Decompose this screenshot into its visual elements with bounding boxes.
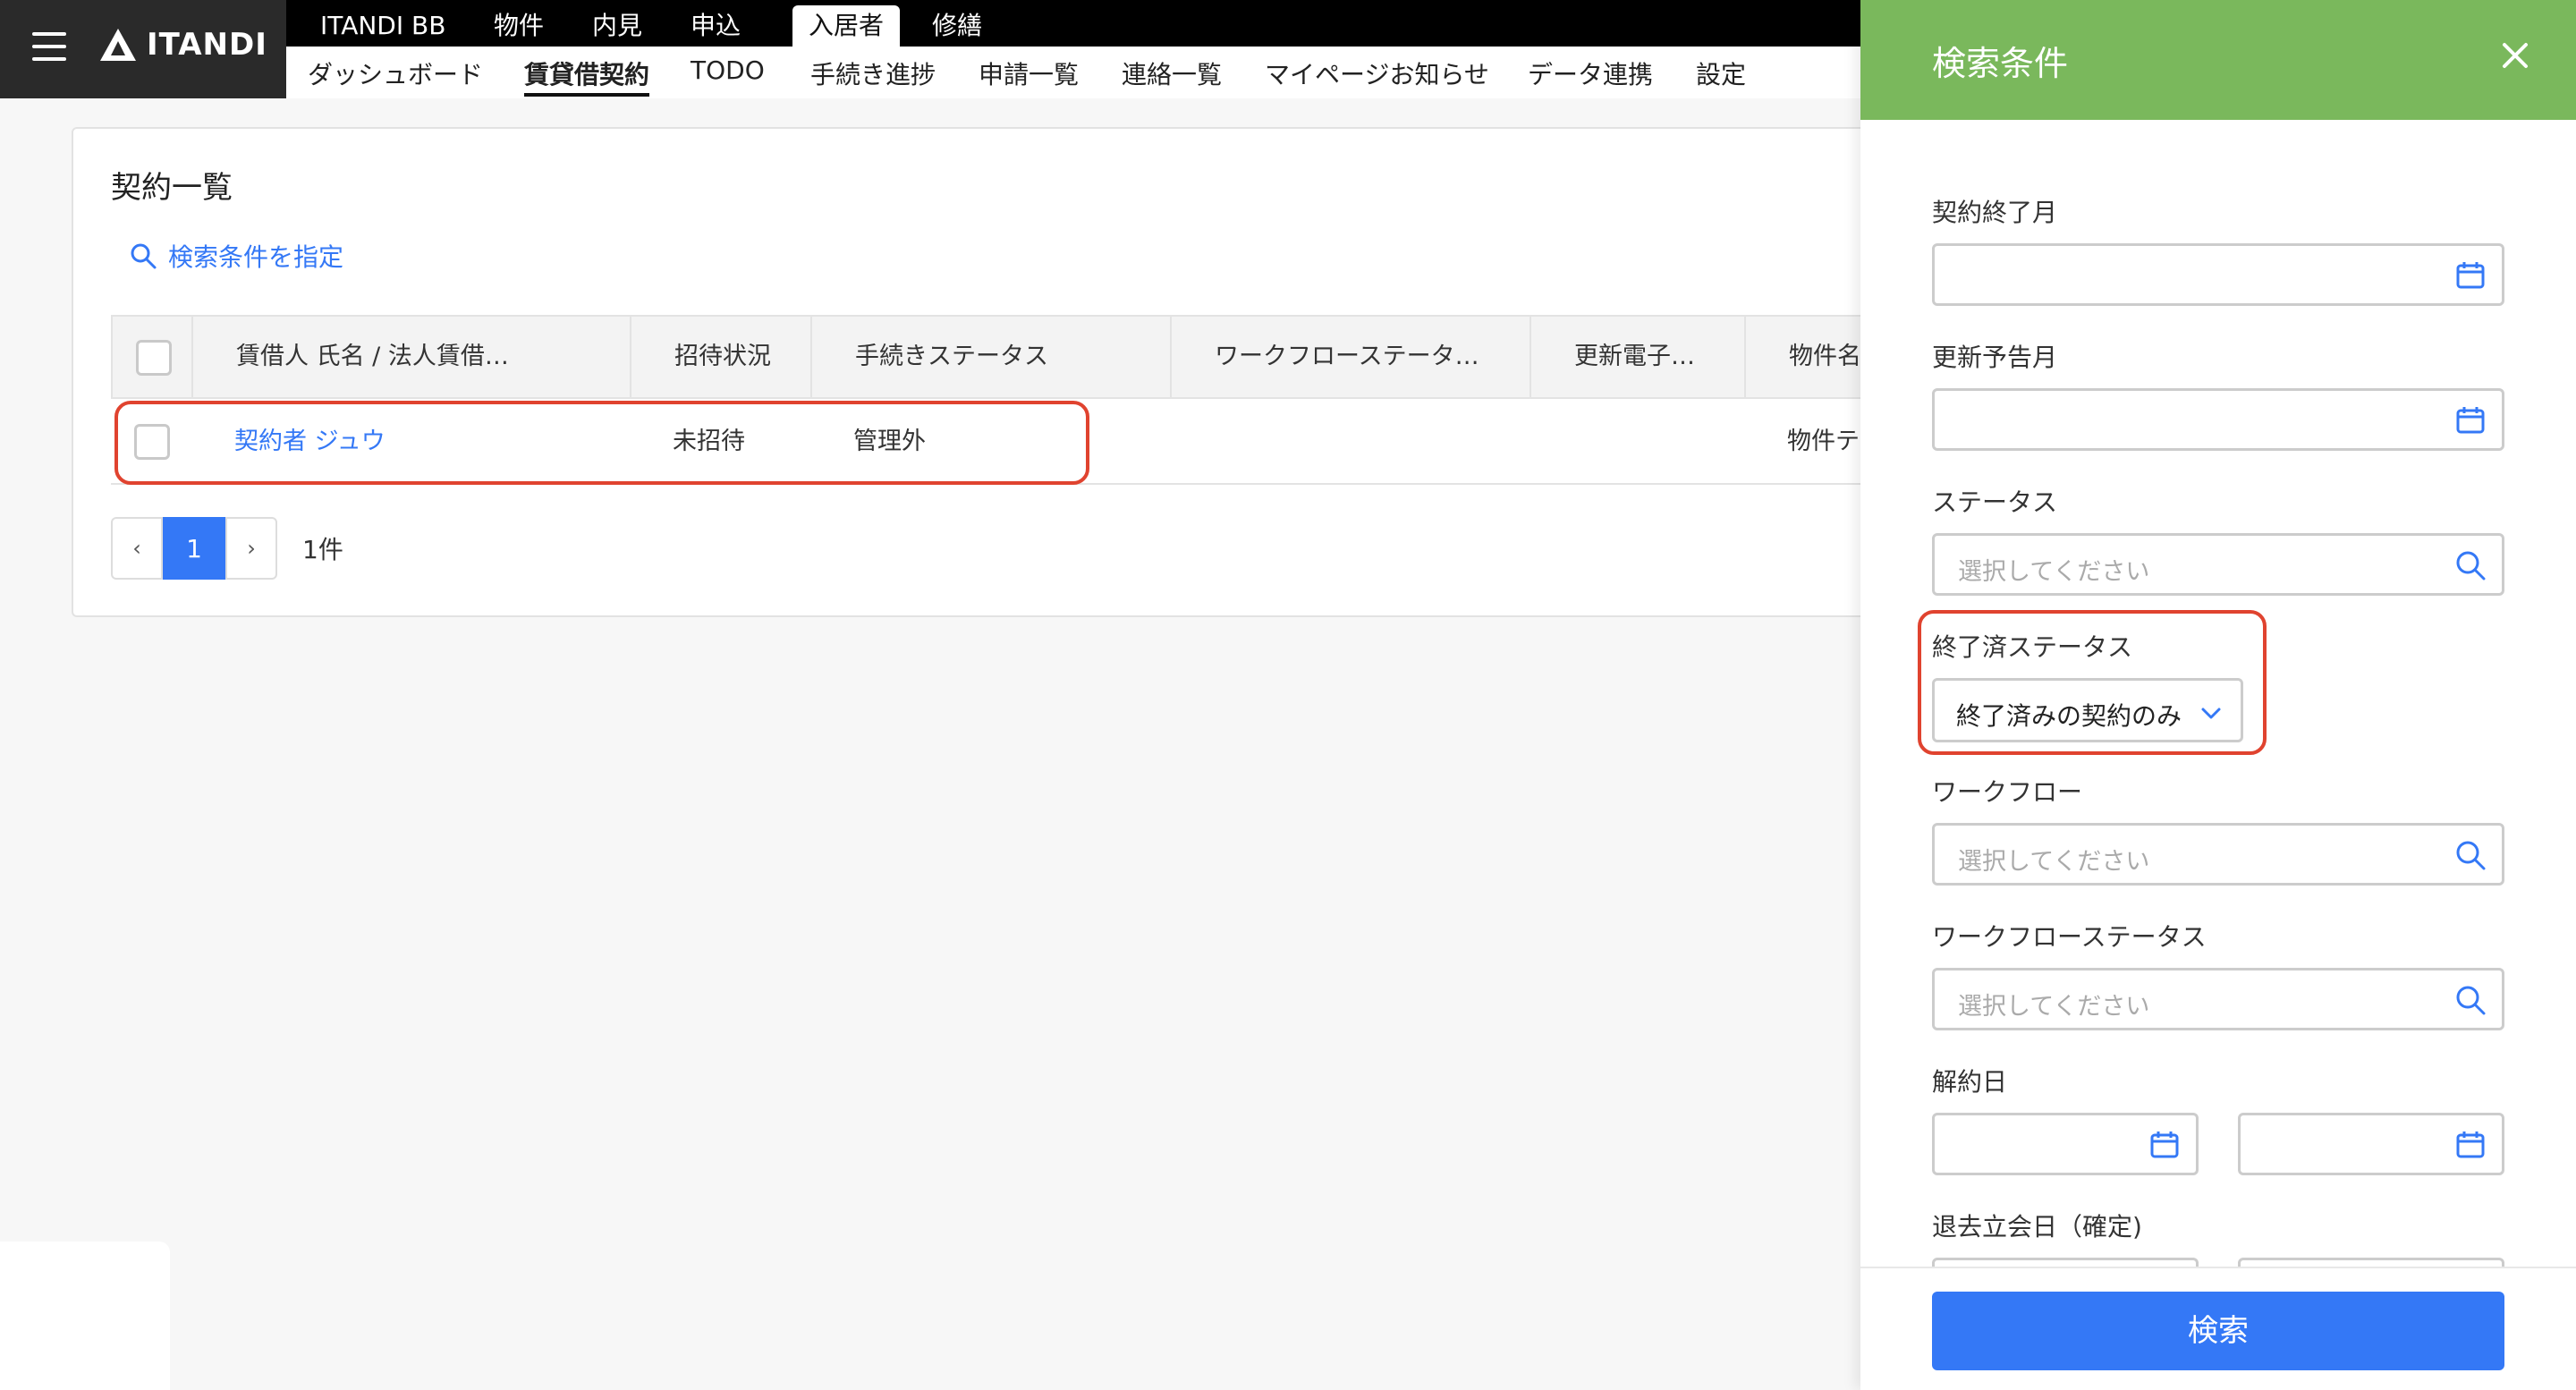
search-link-label: 検索条件を指定: [168, 242, 344, 272]
sub-nav-application-list[interactable]: 申請一覧: [979, 55, 1079, 91]
logo-text: ITANDI: [147, 27, 267, 63]
workflow-placeholder: 選択してください: [1958, 848, 2150, 876]
search-icon: [2456, 551, 2486, 581]
workflow-status-label: ワークフローステータス: [1932, 922, 2207, 952]
renewal-notice-month-input[interactable]: [1932, 388, 2504, 451]
row-highlight-annotation: [114, 401, 1089, 485]
page-title: 契約一覧: [111, 170, 233, 206]
search-icon: [2456, 986, 2486, 1015]
column-procedure-status[interactable]: 手続きステータス: [812, 317, 1172, 397]
top-nav-viewing[interactable]: 内見: [578, 5, 657, 47]
result-count: 1件: [302, 535, 343, 564]
current-page-button[interactable]: 1: [163, 517, 225, 580]
next-page-button[interactable]: ›: [225, 517, 277, 580]
sub-nav-settings[interactable]: 設定: [1696, 55, 1746, 91]
ended-status-highlight-annotation: [1918, 610, 2267, 755]
cancel-date-from-input[interactable]: [1932, 1113, 2199, 1175]
top-nav-application[interactable]: 申込: [676, 5, 755, 47]
corner-widget: [0, 1242, 170, 1390]
search-button[interactable]: 検索: [1932, 1292, 2504, 1370]
contract-list-card: 契約一覧 検索条件を指定 賃借人 氏名 / 法人賃借… 招待状況 手続きステータ…: [72, 127, 2007, 617]
table-header: 賃借人 氏名 / 法人賃借… 招待状況 手続きステータス ワークフローステータ……: [111, 315, 2007, 399]
workflow-label: ワークフロー: [1932, 777, 2083, 807]
top-nav-repair[interactable]: 修繕: [918, 5, 996, 47]
hamburger-menu-icon[interactable]: [32, 32, 66, 61]
brand-area: ITANDI: [0, 0, 286, 98]
close-icon[interactable]: [2497, 38, 2533, 73]
top-nav-tenant[interactable]: 入居者: [792, 5, 900, 47]
select-all-checkbox[interactable]: [136, 340, 172, 376]
sub-nav-dashboard[interactable]: ダッシュボード: [308, 55, 483, 91]
contract-end-month-label: 契約終了月: [1932, 198, 2058, 227]
top-nav-property[interactable]: 物件: [479, 5, 558, 47]
calendar-icon: [2456, 407, 2485, 434]
sub-nav-lease-contract[interactable]: 賃貸借契約: [524, 55, 650, 97]
itandi-logo-icon: [100, 29, 136, 61]
calendar-icon: [2150, 1131, 2179, 1158]
column-invite-status[interactable]: 招待状況: [631, 317, 812, 397]
column-tenant-name[interactable]: 賃借人 氏名 / 法人賃借…: [193, 317, 631, 397]
workflow-status-placeholder: 選択してください: [1958, 993, 2150, 1021]
moveout-date-label: 退去立会日（確定): [1932, 1212, 2142, 1242]
specify-search-conditions-link[interactable]: 検索条件を指定: [129, 238, 343, 274]
panel-header: 検索条件: [1860, 0, 2576, 120]
prev-page-button[interactable]: ‹: [111, 517, 163, 580]
column-renewal-e[interactable]: 更新電子…: [1531, 317, 1746, 397]
sub-nav-contact-list[interactable]: 連絡一覧: [1122, 55, 1222, 91]
column-workflow-status[interactable]: ワークフローステータ…: [1172, 317, 1531, 397]
calendar-icon: [2456, 262, 2485, 289]
panel-footer: 検索: [1860, 1267, 2576, 1390]
sub-nav-todo[interactable]: TODO: [691, 55, 765, 85]
contract-end-month-input[interactable]: [1932, 243, 2504, 306]
sub-nav-data-link[interactable]: データ連携: [1528, 55, 1653, 91]
itandi-logo[interactable]: ITANDI: [98, 27, 267, 63]
search-icon: [131, 243, 157, 269]
cancel-date-label: 解約日: [1932, 1067, 2008, 1097]
header-select-all-cell: [113, 317, 193, 397]
pagination: ‹ 1 › 1件: [111, 517, 343, 580]
sub-nav-procedure-progress[interactable]: 手続き進捗: [810, 55, 936, 91]
panel-title: 検索条件: [1932, 44, 2069, 83]
status-placeholder: 選択してください: [1958, 558, 2150, 586]
status-label: ステータス: [1932, 487, 2058, 517]
search-icon: [2456, 841, 2486, 870]
calendar-icon: [2456, 1131, 2485, 1158]
sub-nav-mypage-notice[interactable]: マイページお知らせ: [1265, 55, 1489, 91]
renewal-notice-month-label: 更新予告月: [1932, 343, 2058, 372]
workflow-status-select-input[interactable]: 選択してください: [1932, 968, 2504, 1030]
top-nav-itandi-bb[interactable]: ITANDI BB: [306, 5, 460, 47]
cancel-date-to-input[interactable]: [2238, 1113, 2504, 1175]
status-select-input[interactable]: 選択してください: [1932, 533, 2504, 596]
workflow-select-input[interactable]: 選択してください: [1932, 823, 2504, 886]
